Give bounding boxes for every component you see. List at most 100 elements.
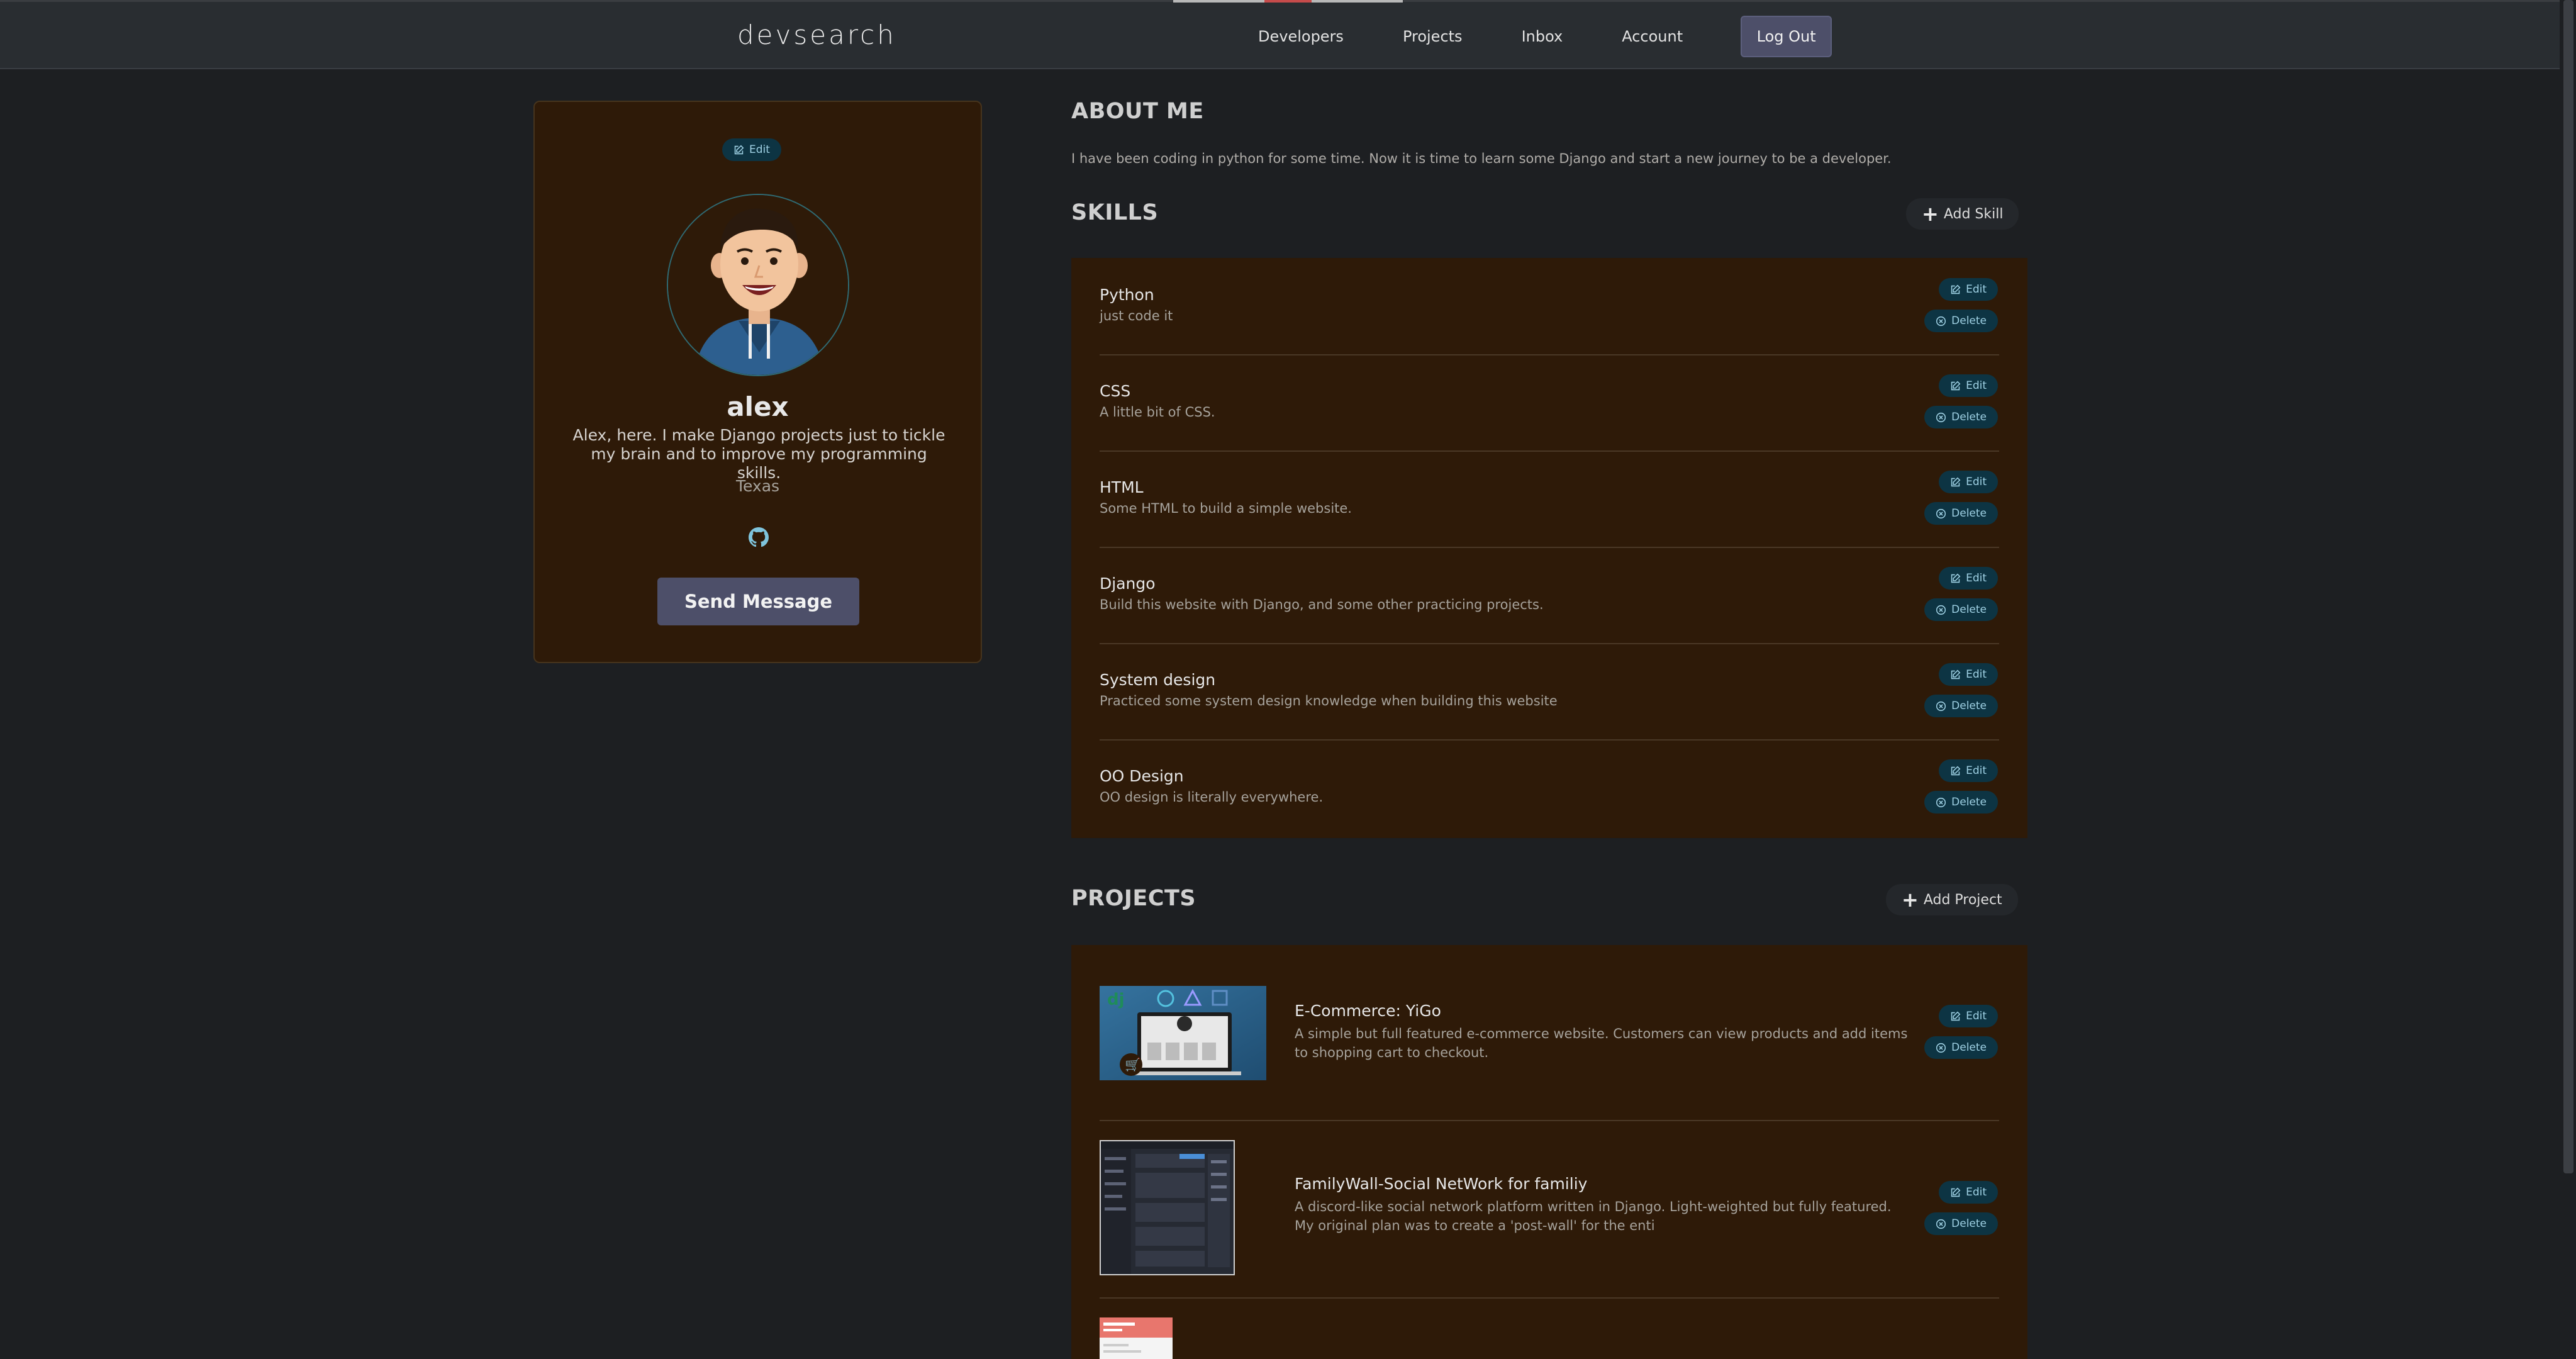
skill-edit-button[interactable]: Edit bbox=[1939, 567, 1998, 590]
profile-location: Texas bbox=[735, 477, 780, 495]
close-circle-icon bbox=[1936, 508, 1946, 518]
page-scrollbar[interactable] bbox=[2560, 0, 2576, 1359]
plus-icon: + bbox=[1902, 888, 1919, 912]
skill-edit-button[interactable]: Edit bbox=[1939, 663, 1998, 686]
add-project-button[interactable]: + Add Project bbox=[1886, 884, 2018, 915]
skill-edit-button[interactable]: Edit bbox=[1939, 759, 1998, 782]
edit-label: Edit bbox=[1966, 379, 1987, 392]
skill-edit-button[interactable]: Edit bbox=[1939, 471, 1998, 493]
project-row: dj 🛒 E-Commerce: YiGo A simple but full … bbox=[1100, 945, 1999, 1121]
logout-button[interactable]: Log Out bbox=[1741, 16, 1832, 57]
edit-icon bbox=[1951, 1011, 1961, 1021]
skill-name: CSS bbox=[1100, 382, 1131, 400]
logo-text: devsearch bbox=[737, 20, 896, 50]
add-skill-button[interactable]: + Add Skill bbox=[1906, 198, 2019, 230]
close-circle-icon bbox=[1936, 605, 1946, 615]
nav-developers[interactable]: Developers bbox=[1258, 28, 1344, 45]
project-thumbnail[interactable] bbox=[1100, 1140, 1235, 1275]
logo[interactable]: devsearch bbox=[737, 20, 896, 50]
skill-delete-button[interactable]: Delete bbox=[1924, 406, 1998, 428]
skill-delete-button[interactable]: Delete bbox=[1924, 791, 1998, 814]
project-description: A discord-like social network platform w… bbox=[1295, 1199, 1892, 1233]
nav-inbox[interactable]: Inbox bbox=[1522, 28, 1563, 45]
skill-name: OO Design bbox=[1100, 767, 1184, 785]
top-navbar: devsearch Developers Projects Inbox Acco… bbox=[0, 0, 2576, 69]
edit-label: Edit bbox=[1966, 572, 1987, 584]
skill-delete-button[interactable]: Delete bbox=[1924, 695, 1998, 717]
edit-icon bbox=[1951, 477, 1961, 486]
skill-description: Some HTML to build a simple website. bbox=[1100, 501, 1352, 516]
delete-label: Delete bbox=[1951, 603, 1987, 616]
delete-label: Delete bbox=[1951, 796, 1987, 808]
send-message-button[interactable]: Send Message bbox=[657, 578, 859, 625]
project-edit-button[interactable]: Edit bbox=[1939, 1005, 1998, 1027]
project-title[interactable]: FamilyWall-Social NetWork for familiy bbox=[1295, 1175, 1587, 1193]
skill-delete-button[interactable]: Delete bbox=[1924, 502, 1998, 525]
edit-icon bbox=[1951, 1187, 1961, 1197]
edit-label: Edit bbox=[1966, 764, 1987, 777]
close-circle-icon bbox=[1936, 701, 1946, 711]
edit-label: Edit bbox=[1966, 1186, 1987, 1199]
skill-row: HTML Some HTML to build a simple website.… bbox=[1100, 452, 1999, 548]
skill-edit-button[interactable]: Edit bbox=[1939, 278, 1998, 301]
projects-title: PROJECTS bbox=[1071, 886, 1196, 911]
edit-icon bbox=[1951, 669, 1961, 679]
skill-delete-button[interactable]: Delete bbox=[1924, 310, 1998, 332]
nav-account[interactable]: Account bbox=[1622, 28, 1683, 45]
profile-name: alex bbox=[727, 391, 789, 422]
skill-edit-button[interactable]: Edit bbox=[1939, 374, 1998, 397]
skill-description: Build this website with Django, and some… bbox=[1100, 597, 1544, 612]
project-thumbnail[interactable] bbox=[1100, 1317, 1173, 1359]
project-thumbnail[interactable]: dj 🛒 bbox=[1100, 986, 1266, 1080]
edit-label: Edit bbox=[1966, 283, 1987, 296]
scrollbar-thumb[interactable] bbox=[2563, 0, 2573, 1173]
delete-label: Delete bbox=[1951, 411, 1987, 423]
close-circle-icon bbox=[1936, 1043, 1946, 1053]
avatar bbox=[667, 194, 849, 376]
close-circle-icon bbox=[1936, 412, 1946, 422]
svg-text:dj: dj bbox=[1107, 990, 1125, 1009]
edit-label: Edit bbox=[1966, 1010, 1987, 1022]
main-nav: Developers Projects Inbox Account Log Ou… bbox=[1258, 16, 1832, 57]
profile-edit-label: Edit bbox=[749, 143, 770, 156]
project-description: A simple but full featured e-commerce we… bbox=[1295, 1026, 1908, 1060]
project-title[interactable]: E-Commerce: YiGo bbox=[1295, 1002, 1441, 1020]
github-icon[interactable] bbox=[749, 527, 769, 547]
about-text: I have been coding in python for some ti… bbox=[1071, 151, 1892, 166]
profile-edit-button[interactable]: Edit bbox=[722, 138, 781, 161]
project-delete-button[interactable]: Delete bbox=[1924, 1036, 1998, 1059]
project-delete-button[interactable]: Delete bbox=[1924, 1212, 1998, 1235]
skill-row: Python just code it Edit Delete bbox=[1100, 259, 1999, 355]
delete-label: Delete bbox=[1951, 1217, 1987, 1230]
skill-name: Python bbox=[1100, 286, 1154, 304]
close-circle-icon bbox=[1936, 1219, 1946, 1229]
project-edit-button[interactable]: Edit bbox=[1939, 1181, 1998, 1204]
about-title: ABOUT ME bbox=[1071, 99, 1204, 124]
skill-description: just code it bbox=[1100, 308, 1173, 323]
edit-icon bbox=[1951, 284, 1961, 294]
delete-label: Delete bbox=[1951, 507, 1987, 520]
edit-icon bbox=[734, 145, 744, 154]
project-row bbox=[1100, 1299, 1999, 1359]
skills-title: SKILLS bbox=[1071, 200, 1159, 225]
skill-name: Django bbox=[1100, 574, 1156, 593]
skill-delete-button[interactable]: Delete bbox=[1924, 598, 1998, 621]
skill-row: System design Practiced some system desig… bbox=[1100, 644, 1999, 741]
project-row: FamilyWall-Social NetWork for familiy A … bbox=[1100, 1121, 1999, 1299]
svg-text:🛒: 🛒 bbox=[1125, 1057, 1140, 1072]
skills-panel: Python just code it Edit Delete CSS A little … bbox=[1071, 258, 2027, 838]
projects-panel: dj 🛒 E-Commerce: YiGo A simple but full … bbox=[1071, 945, 2027, 1359]
edit-icon bbox=[1951, 381, 1961, 390]
nav-projects[interactable]: Projects bbox=[1403, 28, 1463, 45]
skill-name: System design bbox=[1100, 671, 1216, 689]
skill-row: OO Design OO design is literally everywhe… bbox=[1100, 741, 1999, 837]
close-circle-icon bbox=[1936, 797, 1946, 807]
profile-bio: Alex, here. I make Django projects just … bbox=[572, 426, 945, 482]
skill-description: Practiced some system design knowledge w… bbox=[1100, 693, 1558, 708]
skill-description: A little bit of CSS. bbox=[1100, 405, 1215, 420]
nav-active-indicator-highlight bbox=[1264, 0, 1312, 3]
add-project-label: Add Project bbox=[1923, 892, 2002, 908]
close-circle-icon bbox=[1936, 316, 1946, 326]
plus-icon: + bbox=[1922, 202, 1939, 226]
edit-icon bbox=[1951, 766, 1961, 775]
